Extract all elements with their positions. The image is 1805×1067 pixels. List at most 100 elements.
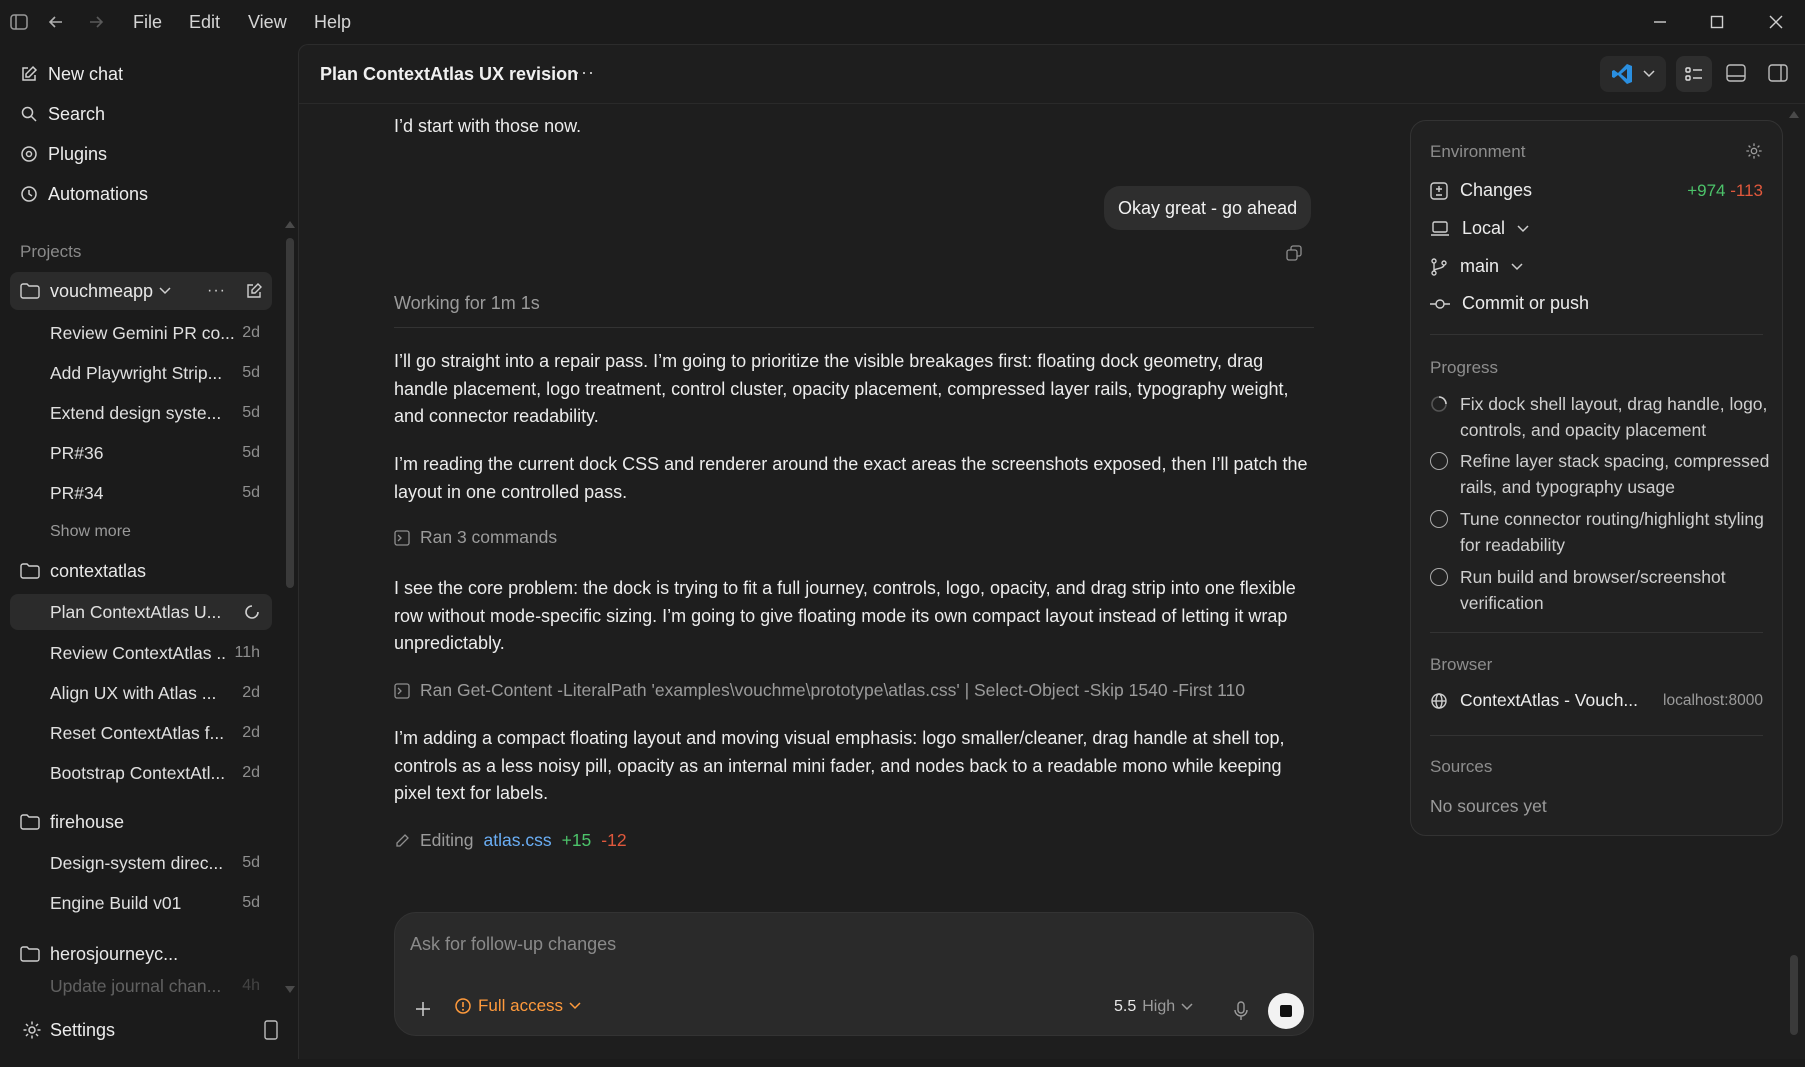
thread-more-button[interactable]: ···	[574, 62, 595, 83]
copy-icon[interactable]	[1286, 245, 1302, 261]
projects-label: Projects	[20, 242, 82, 261]
plugins-button[interactable]: Plugins	[20, 136, 292, 172]
close-icon[interactable]	[1764, 10, 1788, 34]
menu-edit[interactable]: Edit	[189, 12, 220, 33]
thread-row[interactable]: Extend design syste... 5d	[10, 395, 272, 431]
browser-tab-row[interactable]: ContextAtlas - Vouch... localhost:8000	[1430, 690, 1763, 711]
back-arrow-icon[interactable]	[47, 13, 65, 31]
project-contextatlas[interactable]: contextatlas	[10, 552, 272, 590]
main-scroll-up-icon[interactable]	[1789, 110, 1799, 118]
branch-dropdown[interactable]: main	[1430, 256, 1523, 277]
phone-icon[interactable]	[264, 1020, 278, 1040]
environment-label: Environment	[1430, 142, 1526, 161]
microphone-icon[interactable]	[1234, 1001, 1248, 1021]
settings-label: Settings	[50, 1019, 116, 1040]
warning-icon	[454, 997, 472, 1015]
thread-row[interactable]: Bootstrap ContextAtl... 2d	[10, 755, 272, 791]
show-more-link[interactable]: Show more	[10, 514, 272, 550]
progress-item-text: Tune connector routing/highlight styling…	[1460, 509, 1764, 555]
assistant-message-tail: I’d start with those now.	[394, 116, 582, 136]
sidebar-toggle-icon[interactable]	[10, 14, 28, 30]
thread-row[interactable]: Design-system direc... 5d	[10, 845, 272, 881]
ran-command-row[interactable]: Ran Get-Content -LiteralPath 'examples\v…	[394, 680, 1245, 701]
forward-arrow-icon[interactable]	[87, 13, 105, 31]
gear-icon	[22, 1020, 50, 1040]
scroll-down-arrow-icon[interactable]	[285, 986, 295, 994]
thread-row-active[interactable]: Plan ContextAtlas U...	[10, 594, 272, 630]
side-panel-icon[interactable]	[1768, 64, 1788, 82]
ran-commands-row[interactable]: Ran 3 commands	[394, 527, 557, 548]
thread-row[interactable]: Review ContextAtlas ... 11h	[10, 635, 272, 671]
main-scrollbar[interactable]	[1790, 955, 1798, 1035]
maximize-icon[interactable]	[1705, 10, 1729, 34]
sources-label: Sources	[1430, 757, 1493, 776]
changes-row[interactable]: Changes +974 -113	[1430, 180, 1763, 201]
pending-circle-icon	[1430, 568, 1448, 586]
diff-icon	[1430, 181, 1448, 200]
sidebar-scrollbar[interactable]	[286, 238, 294, 588]
pending-circle-icon	[1430, 510, 1448, 528]
vscode-icon	[1611, 63, 1633, 85]
thread-row[interactable]: Review Gemini PR co... 2d	[10, 315, 272, 351]
project-firehouse[interactable]: firehouse	[10, 803, 272, 841]
folder-icon	[20, 814, 50, 830]
settings-button[interactable]: Settings	[22, 1012, 272, 1048]
automations-button[interactable]: Automations	[20, 176, 292, 212]
project-herosjourney[interactable]: herosjourneyc...	[10, 935, 272, 973]
thread-row[interactable]: Reset ContextAtlas f... 2d	[10, 715, 272, 751]
laptop-icon	[1430, 220, 1450, 238]
chevron-down-icon[interactable]	[159, 287, 171, 295]
user-message: Okay great - go ahead	[1104, 186, 1312, 230]
chevron-down-icon	[1181, 1003, 1193, 1011]
message-input[interactable]: Ask for follow-up changes	[410, 934, 1290, 955]
globe-icon	[1430, 692, 1448, 710]
stop-button[interactable]	[1268, 993, 1304, 1029]
pending-circle-icon	[1430, 452, 1448, 470]
model-selector[interactable]: 5.5 High	[1114, 998, 1193, 1016]
checklist-panel-button[interactable]	[1676, 56, 1712, 92]
minimize-icon[interactable]	[1648, 10, 1672, 34]
menu-file[interactable]: File	[133, 12, 162, 33]
search-label: Search	[48, 103, 106, 124]
thread-row[interactable]: Add Playwright Strip... 5d	[10, 355, 272, 391]
plugins-label: Plugins	[48, 143, 108, 164]
changes-label: Changes	[1460, 180, 1533, 200]
clock-icon	[20, 185, 48, 203]
project-name: firehouse	[50, 811, 125, 832]
thread-row[interactable]: Align UX with Atlas ... 2d	[10, 675, 272, 711]
terminal-panel-icon[interactable]	[1726, 64, 1746, 82]
menu-help[interactable]: Help	[314, 12, 351, 33]
new-thread-icon[interactable]	[246, 283, 262, 299]
commit-push-button[interactable]: Commit or push	[1430, 293, 1589, 314]
scroll-up-arrow-icon[interactable]	[285, 220, 295, 228]
thread-row[interactable]: Engine Build v01 5d	[10, 885, 272, 921]
open-in-editor-button[interactable]	[1600, 56, 1666, 92]
progress-item: Tune connector routing/highlight styling…	[1430, 506, 1770, 558]
gear-icon[interactable]	[1745, 142, 1763, 160]
more-icon[interactable]: ···	[207, 282, 226, 300]
project-vouchmeapp[interactable]: vouchmeapp ···	[10, 272, 272, 310]
thread-row[interactable]: PR#36 5d	[10, 435, 272, 471]
header-divider	[299, 103, 1805, 104]
progress-item-text: Fix dock shell layout, drag handle, logo…	[1460, 394, 1768, 440]
new-chat-button[interactable]: New chat	[20, 56, 292, 92]
progress-item: Run build and browser/screenshot verific…	[1430, 564, 1770, 616]
thread-row[interactable]: Update journal chan... 4h	[10, 974, 272, 998]
search-button[interactable]: Search	[20, 96, 292, 132]
automations-label: Automations	[48, 183, 149, 204]
pencil-icon	[394, 833, 410, 849]
thread-row[interactable]: PR#34 5d	[10, 475, 272, 511]
add-attachment-icon[interactable]	[414, 1000, 432, 1018]
editing-file-link[interactable]: atlas.css	[484, 830, 552, 851]
working-status[interactable]: Working for 1m 1s	[394, 290, 1314, 318]
stop-icon	[1280, 1005, 1292, 1017]
editing-row[interactable]: Editing atlas.css +15 -12	[394, 830, 627, 851]
local-dropdown[interactable]: Local	[1430, 218, 1529, 239]
menu-view[interactable]: View	[248, 12, 287, 33]
chevron-down-icon	[569, 1002, 581, 1010]
loading-spinner-icon	[244, 604, 260, 620]
search-icon	[20, 105, 48, 123]
compose-icon	[20, 65, 48, 83]
folder-icon	[20, 946, 50, 962]
access-level-dropdown[interactable]: Full access	[454, 996, 581, 1016]
